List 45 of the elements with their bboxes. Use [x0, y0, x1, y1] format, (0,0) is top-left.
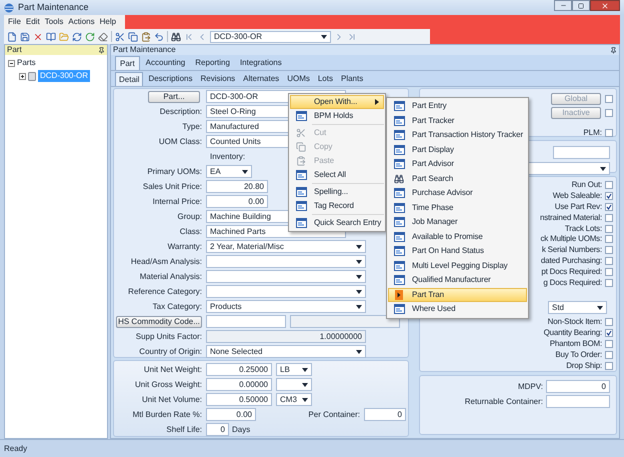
field-label: Reference Category:	[128, 286, 202, 298]
field-label: ck Multiple UOMs:	[540, 233, 602, 246]
status-text: Ready	[4, 442, 28, 454]
field-label: UOM Class:	[158, 136, 202, 148]
field-label: Mtl Burden Rate %:	[132, 408, 202, 420]
field-label: Type:	[182, 120, 202, 132]
field-label: Primary UOMs:	[147, 166, 202, 178]
section-caption: Inventory:	[209, 150, 246, 162]
field-label: Warranty:	[168, 240, 202, 252]
window-title: Part Maintenance	[17, 0, 89, 14]
field-label: PLM:	[583, 127, 602, 139]
field-label: Run Out:	[572, 179, 602, 192]
field-label: Unit Net Weight:	[144, 364, 202, 376]
field-label: Returnable Container:	[464, 396, 543, 408]
field-label: Per Container:	[308, 408, 361, 420]
field-label: dated Purchasing:	[540, 254, 602, 267]
field-label: Material Analysis:	[140, 270, 202, 282]
field-label: Unit Gross Weight:	[135, 378, 202, 390]
field-label: Group:	[178, 210, 202, 222]
field-label: Buy To Order:	[555, 348, 602, 361]
field-label: Drop Ship:	[566, 360, 602, 372]
pane-title: Part	[7, 44, 22, 56]
field-label: Quantity Bearing:	[544, 327, 602, 340]
field-label: MDPV:	[518, 380, 543, 392]
field-label: g Docs Required:	[543, 276, 602, 289]
unit-label: Days	[231, 424, 250, 436]
field-label: pt Docs Required:	[541, 266, 602, 278]
pane-title: Part Maintenance	[113, 44, 176, 56]
field-label: Sales Unit Price:	[142, 180, 202, 192]
field-label: Description:	[160, 106, 202, 118]
field-label: Web Saleable:	[552, 190, 602, 202]
field-label: Tax Category:	[152, 300, 202, 312]
field-label: Non-Stock Item:	[548, 316, 602, 328]
field-label: Internal Price:	[152, 196, 202, 208]
field-label: Unit Net Volume:	[142, 394, 202, 406]
field-label: k Serial Numbers:	[542, 244, 602, 256]
field-label: Supp Units Factor:	[136, 330, 202, 342]
field-label: Phantom BOM:	[550, 338, 602, 350]
field-label: Shelf Life:	[166, 424, 202, 436]
field-label: Class:	[180, 226, 202, 238]
field-label: Country of Origin:	[139, 346, 202, 358]
field-label: Track Lots:	[564, 222, 602, 235]
field-label: nstrained Material:	[540, 212, 602, 224]
field-label: Head/Asm Analysis:	[130, 256, 202, 268]
field-label: Use Part Rev:	[554, 201, 602, 213]
